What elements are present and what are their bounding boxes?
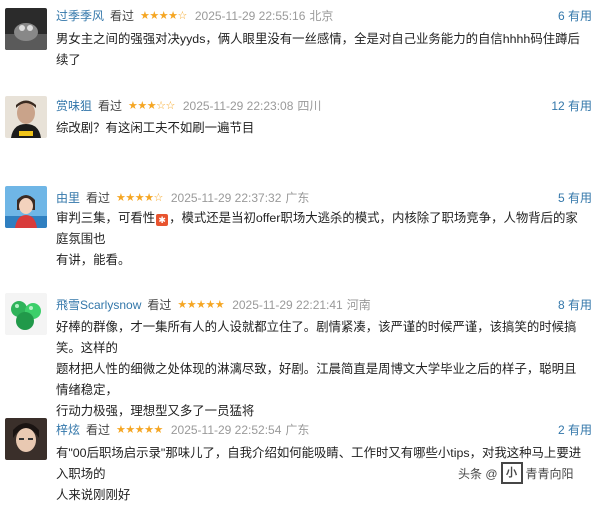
rating-stars: ★★★★★ [177, 299, 225, 311]
review-text-segment: 审判三集，可看性 [56, 211, 156, 225]
review-meta: 过季季风 看过 ★★★★☆ 2025-11-29 22:55:16 北京 [56, 7, 333, 25]
review-location: 广东 [285, 423, 310, 437]
review-location: 四川 [297, 99, 322, 113]
review-text: 男女主之间的强强对决yyds，俩人眼里没有一丝感情，全是对自己业务能力的自信hh… [56, 29, 588, 71]
review-time: 2025-11-29 22:55:16 [194, 9, 306, 23]
username-link[interactable]: 飛雪Scarlysnow [56, 296, 141, 314]
review-text: 综改剧？有这闲工夫不如刷一遍节目 [56, 118, 588, 139]
review-text-line: 男女主之间的强强对决yyds，俩人眼里没有一丝感情，全是对自己业务能力的自信hh… [56, 32, 580, 67]
useful-vote-button[interactable]: 6 有用 [558, 7, 592, 25]
review-text-line: 审判三集，可看性 ✱ ，模式还是当初offer职场大逃杀的模式，内核除了职场竞争，人… [56, 208, 588, 250]
review-time: 2025-11-29 22:37:32 [170, 191, 282, 205]
emoji-icon: ✱ [156, 214, 169, 226]
rating-stars: ★★★☆☆ [128, 100, 175, 112]
useful-vote-button[interactable]: 2 有用 [558, 421, 592, 439]
review-text-line: 行动力极强，理想型又多了一员猛将 [56, 404, 255, 418]
review-text-line: 有讲，能看。 [56, 253, 131, 267]
review-text: 审判三集，可看性 ✱ ，模式还是当初offer职场大逃杀的模式，内核除了职场竞争，人… [56, 208, 588, 271]
watched-label: 看过 [86, 423, 111, 437]
review-text-line: 好棒的群像，才一集所有人的人设就都立住了。剧情紧凑，该严谨的时候严谨，该搞笑的时… [56, 320, 577, 355]
review-time: 2025-11-29 22:52:54 [170, 423, 282, 437]
useful-vote-button[interactable]: 5 有用 [558, 189, 592, 207]
rating-stars: ★★★★☆ [140, 10, 187, 22]
review-location: 河南 [346, 298, 371, 312]
watched-label: 看过 [98, 99, 123, 113]
review-text: 好棒的群像，才一集所有人的人设就都立住了。剧情紧凑，该严谨的时候严谨，该搞笑的时… [56, 317, 588, 422]
review-location: 北京 [309, 9, 334, 23]
avatar[interactable] [5, 418, 47, 460]
rating-stars: ★★★★☆ [116, 192, 163, 204]
avatar[interactable] [5, 293, 47, 335]
watched-label: 看过 [86, 191, 111, 205]
review-meta: 梓炫 看过 ★★★★★ 2025-11-29 22:52:54 广东 [56, 421, 309, 439]
review-time: 2025-11-29 22:23:08 [182, 99, 294, 113]
review-meta: 赏味狙 看过 ★★★☆☆ 2025-11-29 22:23:08 四川 [56, 97, 321, 115]
username-link[interactable]: 过季季风 [56, 7, 104, 25]
avatar[interactable] [5, 186, 47, 228]
review-meta: 飛雪Scarlysnow 看过 ★★★★★ 2025-11-29 22:21:4… [56, 296, 371, 314]
review-text-line: 题材把人性的细微之处体现的淋漓尽致，好剧。江晨简直是周博文大学毕业之后的样子，聪… [56, 362, 577, 397]
review-location: 广东 [285, 191, 310, 205]
avatar[interactable] [5, 96, 47, 138]
watermark-logo-icon: 小 [500, 462, 523, 484]
username-link[interactable]: 赏味狙 [56, 97, 92, 115]
rating-stars: ★★★★★ [116, 424, 163, 436]
watermark: 头条 @ 小 青青向阳 [458, 462, 574, 484]
username-link[interactable]: 梓炫 [56, 421, 80, 439]
watermark-text: 头条 @ [458, 466, 498, 481]
useful-vote-button[interactable]: 12 有用 [551, 97, 592, 115]
review-text-line: 人来说刚刚好 [56, 488, 131, 502]
review-meta: 由里 看过 ★★★★☆ 2025-11-29 22:37:32 广东 [56, 189, 309, 207]
useful-vote-button[interactable]: 8 有用 [558, 296, 592, 314]
username-link[interactable]: 由里 [56, 189, 80, 207]
watched-label: 看过 [110, 9, 135, 23]
watermark-text: 青青向阳 [525, 466, 574, 481]
avatar[interactable] [5, 8, 47, 50]
review-time: 2025-11-29 22:21:41 [232, 298, 343, 312]
watched-label: 看过 [147, 298, 172, 312]
review-text-line: 综改剧？有这闲工夫不如刷一遍节目 [56, 121, 255, 135]
